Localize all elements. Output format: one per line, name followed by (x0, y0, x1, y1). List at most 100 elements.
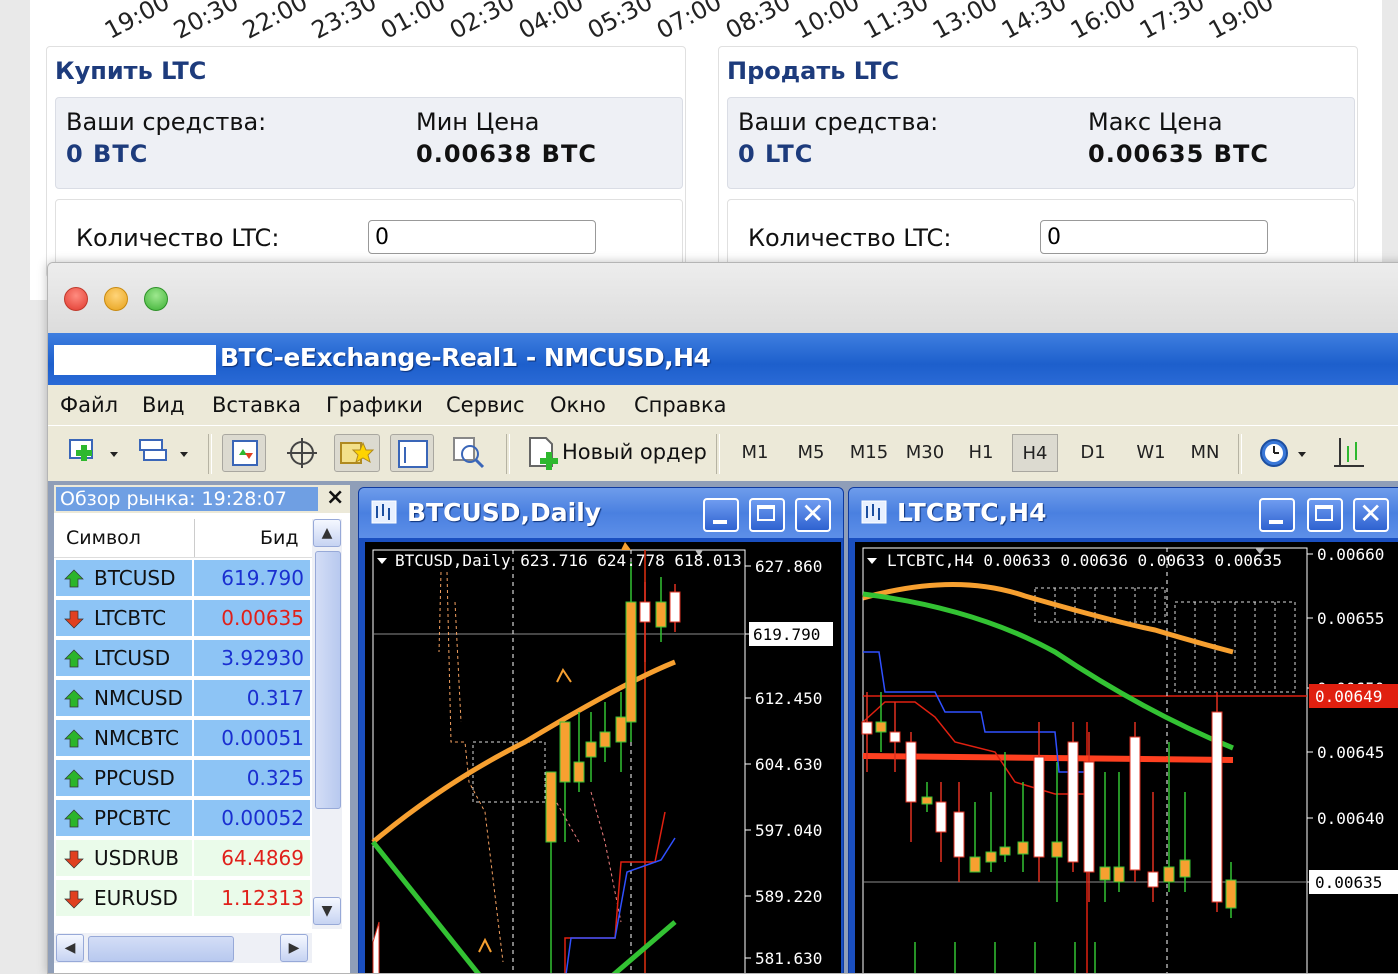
timeframe-d1[interactable]: D1 (1070, 434, 1116, 472)
bid-value: 619.790 (221, 566, 304, 590)
chart-info-text: LTCBTC,H4 0.00633 0.00636 0.00633 0.0063… (887, 551, 1282, 570)
strategy-tester-button[interactable] (446, 434, 490, 472)
buy-quantity-input[interactable] (368, 220, 596, 254)
horizontal-scroll-thumb[interactable] (88, 936, 234, 962)
market-watch-row[interactable]: NMCUSD 0.317 (54, 679, 312, 717)
arrow-up-icon (64, 769, 84, 788)
crosshair-button[interactable] (280, 434, 324, 472)
time-axis-label: 08:30 (721, 0, 796, 45)
market-watch-row[interactable]: LTCUSD 3.92930 (54, 639, 312, 677)
market-watch-row[interactable]: USDRUB 64.4869 (54, 839, 312, 877)
candle-body (1083, 761, 1095, 873)
price-axis-label: 612.450 (755, 689, 822, 708)
menu-help[interactable]: Справка (634, 393, 727, 417)
chart-maximize-icon[interactable] (749, 498, 785, 532)
menu-charts[interactable]: Графики (326, 393, 423, 417)
menu-file[interactable]: Файл (60, 393, 118, 417)
timeframe-h1[interactable]: H1 (958, 434, 1004, 472)
market-watch-row[interactable]: NMCBTC 0.00051 (54, 719, 312, 757)
toolbar-separator (716, 434, 720, 474)
candle-body (1225, 879, 1237, 909)
scroll-down-arrow-icon[interactable]: ▼ (313, 897, 341, 925)
timeframe-m15[interactable]: M15 (846, 434, 892, 472)
ltcbtc-chart-svg: LTCBTC,H4 0.00633 0.00636 0.00633 0.0063… (861, 545, 1398, 973)
timeframe-w1[interactable]: W1 (1128, 434, 1174, 472)
scroll-right-arrow-icon[interactable]: ▶ (280, 934, 308, 962)
chart-window-icon (861, 500, 887, 524)
chart-close-icon[interactable]: ✕ (1353, 498, 1389, 532)
candle-body (599, 731, 611, 748)
column-bid[interactable]: Бид (260, 527, 299, 549)
symbol-cell: EURUSD (56, 880, 192, 916)
scroll-up-arrow-icon[interactable]: ▲ (313, 519, 341, 547)
metatrader-window: BTC-eExchange-Real1 - NMCUSD,H4 Файл Вид… (47, 262, 1398, 974)
market-watch-row[interactable]: BTCUSD 619.790 (54, 559, 312, 597)
time-axis-label: 05:30 (583, 0, 658, 45)
indicator-blue (565, 837, 676, 973)
chart-minimize-icon[interactable] (1259, 498, 1295, 532)
menu-insert[interactable]: Вставка (212, 393, 301, 417)
candle-body (921, 796, 933, 805)
timeframe-m30[interactable]: M30 (902, 434, 948, 472)
menu-view[interactable]: Вид (142, 393, 185, 417)
market-watch-toggle[interactable] (222, 434, 266, 472)
magnifier-icon (453, 437, 485, 469)
timeframe-mn[interactable]: MN (1182, 434, 1228, 472)
market-watch-row[interactable]: PPCUSD 0.325 (54, 759, 312, 797)
window-close-button[interactable] (64, 287, 88, 311)
sell-max-price-value: 0.00635 BTC (1088, 140, 1269, 168)
terminal-toggle[interactable] (390, 434, 434, 472)
periodicity-button[interactable] (1256, 434, 1312, 472)
btcusd-chart-canvas[interactable]: BTCUSD,Daily 623.716 624.778 618.013 627.… (365, 542, 841, 973)
arrow-up-icon (64, 689, 84, 708)
arrow-down-icon (64, 850, 84, 869)
bid-cell: 0.317 (194, 680, 310, 716)
sell-quantity-label: Количество LTC: (748, 224, 952, 252)
window-zoom-button[interactable] (144, 287, 168, 311)
timeframe-m5[interactable]: M5 (788, 434, 834, 472)
navigator-toggle[interactable] (334, 434, 380, 472)
menu-tools[interactable]: Сервис (446, 393, 524, 417)
time-axis-label: 11:30 (859, 0, 934, 45)
chart-title: BTCUSD,Daily (407, 498, 602, 527)
bid-value: 0.00635 (221, 606, 304, 630)
chart-close-icon[interactable]: ✕ (795, 498, 831, 532)
fractal-dots (438, 571, 504, 963)
menu-window[interactable]: Окно (550, 393, 606, 417)
market-watch-vertical-scrollbar[interactable]: ▲ ▼ (312, 519, 342, 929)
chart-minimize-icon[interactable] (703, 498, 739, 532)
scroll-left-arrow-icon[interactable]: ◀ (56, 934, 84, 962)
candle-body (1211, 711, 1223, 903)
market-watch-close-icon[interactable]: × (326, 485, 344, 510)
arrow-down-icon (64, 610, 84, 629)
bid-value: 0.317 (246, 686, 304, 710)
sell-quantity-input[interactable] (1040, 220, 1268, 254)
market-watch-row[interactable]: PPCBTC 0.00052 (54, 799, 312, 837)
timeframe-h4[interactable]: H4 (1012, 434, 1058, 472)
profiles-icon (139, 439, 188, 461)
buy-min-price-value: 0.00638 BTC (416, 140, 597, 168)
chart-maximize-icon[interactable] (1307, 498, 1343, 532)
new-chart-button[interactable] (66, 434, 124, 472)
ltcbtc-chart-canvas[interactable]: LTCBTC,H4 0.00633 0.00636 0.00633 0.0063… (855, 542, 1398, 973)
window-minimize-button[interactable] (104, 287, 128, 311)
mac-titlebar[interactable] (48, 263, 1398, 333)
column-divider (194, 519, 195, 557)
market-watch-row[interactable]: EURUSD 1.12313 (54, 879, 312, 917)
bid-cell: 619.790 (194, 560, 310, 596)
chart-menu-arrow (867, 558, 877, 564)
vertical-scroll-thumb[interactable] (315, 551, 341, 809)
chart-axis-button[interactable] (1328, 434, 1372, 472)
symbol-cell: NMCUSD (56, 680, 192, 716)
candle-body (1163, 866, 1175, 883)
chart-titlebar[interactable]: LTCBTC,H4 ✕ (849, 488, 1398, 538)
timeframe-m1[interactable]: M1 (732, 434, 778, 472)
symbol-name: USDRUB (94, 846, 179, 870)
market-watch-row[interactable]: LTCBTC 0.00635 (54, 599, 312, 637)
profiles-button[interactable] (136, 434, 194, 472)
candle-body (1051, 841, 1063, 858)
candle-body (1129, 736, 1141, 871)
chart-titlebar[interactable]: BTCUSD,Daily ✕ (359, 488, 843, 538)
column-symbol[interactable]: Символ (66, 527, 141, 549)
market-watch-horizontal-scrollbar[interactable]: ◀ ▶ (54, 933, 312, 963)
